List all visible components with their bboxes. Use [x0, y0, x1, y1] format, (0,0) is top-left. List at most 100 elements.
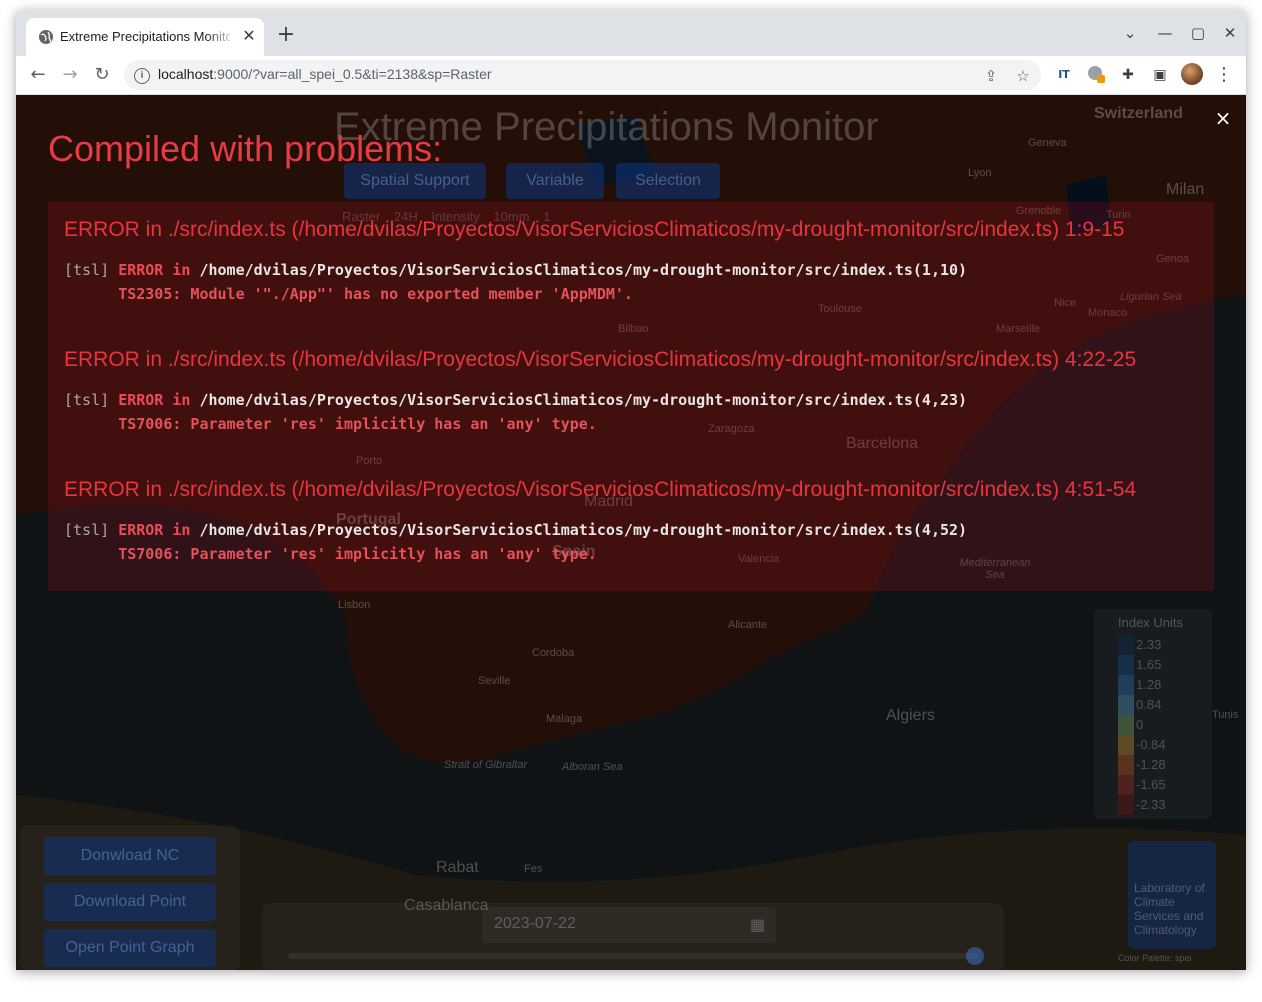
error-path: /home/dvilas/Proyectos/VisorServiciosCli…	[199, 261, 968, 279]
error-details: [tsl] ERROR in /home/dvilas/Proyectos/Vi…	[64, 388, 1204, 436]
error-message: TS7006: Parameter 'res' implicitly has a…	[118, 545, 597, 563]
error-item: ERROR in ./src/index.ts (/home/dvilas/Pr…	[64, 478, 1204, 566]
legend-row: 2.33	[1118, 635, 1198, 655]
error-item: ERROR in ./src/index.ts (/home/dvilas/Pr…	[64, 348, 1204, 436]
error-message: TS7006: Parameter 'res' implicitly has a…	[118, 415, 597, 433]
browser-menu-icon[interactable]: ⋮	[1213, 64, 1235, 86]
tab-title: Extreme Precipitations Monitor	[60, 29, 230, 44]
map-label-city: Lyon	[968, 167, 992, 179]
legend-swatch	[1118, 655, 1134, 675]
map-label-country: Switzerland	[1094, 105, 1183, 122]
map-label-city: Lisbon	[338, 599, 371, 611]
profile-avatar[interactable]	[1181, 63, 1203, 85]
extension-badge-icon[interactable]	[1085, 64, 1107, 86]
legend-label: -2.33	[1136, 797, 1166, 812]
map-label-city: Geneva	[1028, 137, 1067, 149]
selection-menu[interactable]: Selection	[616, 163, 720, 199]
page-viewport: Extreme Precipitations Monitor Spatial S…	[16, 95, 1246, 970]
share-icon[interactable]: ⇪	[981, 66, 1001, 86]
browser-toolbar: ← → ↻ i localhost:9000/?var=all_spei_0.5…	[16, 56, 1246, 95]
minimize-icon[interactable]: —	[1151, 22, 1179, 44]
legend-row: -2.33	[1118, 795, 1198, 815]
error-tag: [tsl]	[64, 261, 110, 279]
map-label-sea: Strait of Gibraltar	[444, 759, 528, 771]
legend-label: 1.28	[1136, 677, 1162, 692]
calendar-icon[interactable]: ▦	[750, 915, 765, 935]
legend-row: -0.84	[1118, 735, 1198, 755]
legend-swatch	[1118, 715, 1134, 735]
browser-tab[interactable]: Extreme Precipitations Monitor ✕	[26, 18, 264, 56]
legend-label: -1.65	[1136, 777, 1166, 792]
maximize-icon[interactable]: ▢	[1184, 22, 1212, 44]
legend-label: 2.33	[1136, 637, 1162, 652]
map-label-city: Cordoba	[532, 647, 575, 659]
error-details: [tsl] ERROR in /home/dvilas/Proyectos/Vi…	[64, 518, 1204, 566]
error-heading: ERROR in ./src/index.ts (/home/dvilas/Pr…	[64, 348, 1137, 371]
legend-swatch	[1118, 795, 1134, 815]
map-label-city: Fes	[524, 863, 543, 875]
tab-close-icon[interactable]: ✕	[240, 27, 258, 45]
error-tag: [tsl]	[64, 521, 110, 539]
date-input[interactable]: 2023-07-22 ▦	[482, 907, 776, 943]
legend-swatch	[1118, 675, 1134, 695]
error-tag: [tsl]	[64, 391, 110, 409]
lab-logo: Laboratory of Climate Services and Clima…	[1128, 841, 1216, 949]
error-keyword: ERROR in	[118, 391, 191, 409]
error-heading: ERROR in ./src/index.ts (/home/dvilas/Pr…	[64, 218, 1125, 241]
map-label-city: Malaga	[546, 713, 583, 725]
legend-swatch	[1118, 735, 1134, 755]
overlay-title: Compiled with problems:	[48, 128, 443, 169]
legend-footer: Color Palette: spei	[1118, 953, 1192, 963]
map-label-city: Rabat	[436, 859, 479, 876]
download-nc-button[interactable]: Donwload NC	[44, 837, 216, 875]
tab-strip: Extreme Precipitations Monitor ✕ + ⌄ — ▢…	[16, 10, 1246, 56]
map-label-city: Alicante	[728, 619, 768, 631]
legend-panel: Index Units 2.33 1.65 1.28 0.84 0 -0.84 -1.28 -…	[1094, 609, 1212, 819]
reload-icon[interactable]: ↻	[89, 62, 115, 88]
legend-row: 1.65	[1118, 655, 1198, 675]
lab-logo-text: Laboratory of Climate Services and Clima…	[1134, 881, 1205, 937]
legend-swatch	[1118, 635, 1134, 655]
map-label-city: Tunis	[1212, 709, 1239, 721]
variable-menu[interactable]: Variable	[506, 163, 604, 199]
side-panel-icon[interactable]: ▣	[1149, 64, 1171, 86]
map-label-city: Milan	[1166, 181, 1205, 198]
legend-label: 1.65	[1136, 657, 1162, 672]
close-window-icon[interactable]: ✕	[1216, 22, 1244, 44]
extension-translate-icon[interactable]: IT	[1053, 64, 1075, 86]
url-path: :9000/?var=all_spei_0.5&ti=2138&sp=Raste…	[213, 66, 492, 82]
legend-swatch	[1118, 775, 1134, 795]
legend-row: -1.28	[1118, 755, 1198, 775]
error-path: /home/dvilas/Proyectos/VisorServiciosCli…	[199, 391, 968, 409]
legend-label: 0.84	[1136, 697, 1162, 712]
url-text[interactable]: localhost:9000/?var=all_spei_0.5&ti=2138…	[158, 66, 492, 82]
extensions-puzzle-icon[interactable]: ✚	[1117, 64, 1139, 86]
back-icon[interactable]: ←	[25, 62, 51, 88]
address-bar[interactable]: i localhost:9000/?var=all_spei_0.5&ti=21…	[124, 60, 1041, 90]
url-host: localhost	[158, 66, 214, 82]
tab-search-icon[interactable]: ⌄	[1116, 22, 1144, 44]
date-value: 2023-07-22	[494, 915, 576, 932]
error-details: [tsl] ERROR in /home/dvilas/Proyectos/Vi…	[64, 258, 1204, 306]
error-path: /home/dvilas/Proyectos/VisorServiciosCli…	[199, 521, 968, 539]
overlay-close-icon[interactable]: ×	[1212, 107, 1234, 129]
time-slider-handle[interactable]	[966, 947, 984, 965]
new-tab-button[interactable]: +	[274, 24, 298, 48]
open-point-graph-button[interactable]: Open Point Graph	[44, 929, 216, 967]
map-label-city: Seville	[478, 675, 511, 687]
map-label-sea: Alboran Sea	[562, 761, 623, 773]
download-point-button[interactable]: Download Point	[44, 883, 216, 921]
time-slider[interactable]	[288, 953, 978, 959]
error-heading: ERROR in ./src/index.ts (/home/dvilas/Pr…	[64, 478, 1137, 501]
legend-swatch	[1118, 695, 1134, 715]
error-keyword: ERROR in	[118, 521, 191, 539]
browser-window: Extreme Precipitations Monitor ✕ + ⌄ — ▢…	[16, 10, 1246, 970]
site-info-icon[interactable]: i	[134, 68, 150, 84]
legend-title: Index Units	[1118, 615, 1184, 630]
legend-row: -1.65	[1118, 775, 1198, 795]
forward-icon[interactable]: →	[57, 62, 83, 88]
bookmark-star-icon[interactable]: ☆	[1013, 66, 1033, 86]
legend-label: -0.84	[1136, 737, 1166, 752]
error-message: TS2305: Module '"./App"' has no exported…	[118, 285, 633, 303]
legend-label: -1.28	[1136, 757, 1166, 772]
